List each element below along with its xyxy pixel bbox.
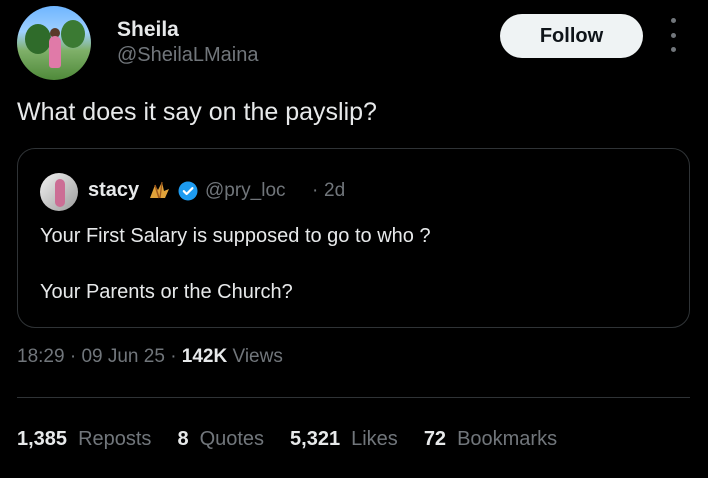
- avatar-tree-shape: [25, 24, 51, 54]
- stat-label: Likes: [351, 428, 398, 450]
- stat-number: 5,321: [290, 428, 341, 450]
- tweet-header: Sheila @SheilaLMaina Follow: [17, 6, 697, 82]
- stat-label: Quotes: [199, 428, 265, 450]
- stat-number: 8: [177, 428, 189, 450]
- stat-quotes[interactable]: 8 Quotes: [177, 428, 264, 451]
- meta-separator: ·: [170, 346, 177, 367]
- stat-reposts[interactable]: 1,385 Reposts: [17, 428, 151, 451]
- divider: [17, 397, 690, 398]
- quoted-text-line-1: Your First Salary is supposed to go to w…: [40, 225, 431, 247]
- author-handle[interactable]: @SheilaLMaina: [117, 44, 259, 67]
- author-name[interactable]: Sheila: [117, 18, 179, 42]
- meta-separator: ·: [69, 346, 77, 367]
- more-dot: [670, 18, 676, 23]
- stat-bookmarks[interactable]: 72 Bookmarks: [424, 428, 557, 451]
- views-label: Views: [232, 346, 283, 367]
- stat-number: 1,385: [17, 428, 68, 450]
- views-count: 142K: [181, 346, 228, 367]
- stat-label: Reposts: [78, 428, 152, 450]
- quoted-avatar-figure: [55, 179, 65, 207]
- quoted-timestamp[interactable]: 2d: [324, 180, 345, 202]
- more-dot: [670, 47, 676, 52]
- tweet-meta: 18:29 · 09 Jun 25 · 142K Views: [17, 346, 283, 368]
- more-options-icon[interactable]: [667, 18, 679, 52]
- avatar-person-shape: [49, 36, 61, 68]
- follow-button[interactable]: Follow: [500, 14, 643, 58]
- quoted-author-handle[interactable]: @pry_loc: [205, 180, 286, 202]
- tweet-text: What does it say on the payslip?: [17, 98, 377, 126]
- tweet-time[interactable]: 18:29: [17, 346, 65, 367]
- stat-label: Bookmarks: [457, 428, 558, 450]
- engagement-stats: 1,385 Reposts 8 Quotes 5,321 Likes 72 Bookma…: [17, 428, 583, 451]
- quoted-author-avatar[interactable]: [40, 173, 78, 211]
- quoted-text-line-2: Your Parents or the Church?: [40, 281, 293, 303]
- quoted-author-name[interactable]: stacy: [88, 179, 139, 202]
- avatar-tree-shape-2: [61, 20, 85, 48]
- quoted-separator: ·: [312, 180, 319, 201]
- stat-number: 72: [423, 428, 447, 450]
- author-avatar[interactable]: [17, 6, 91, 80]
- tweet-date[interactable]: 09 Jun 25: [81, 346, 164, 367]
- quoted-tweet-card[interactable]: stacy @pry_loc · 2d Your First Salary is…: [17, 148, 690, 328]
- more-dot: [670, 32, 676, 38]
- stat-likes[interactable]: 5,321 Likes: [290, 428, 398, 451]
- verified-badge-icon: [178, 181, 198, 201]
- maple-leaf-icon: [150, 181, 169, 199]
